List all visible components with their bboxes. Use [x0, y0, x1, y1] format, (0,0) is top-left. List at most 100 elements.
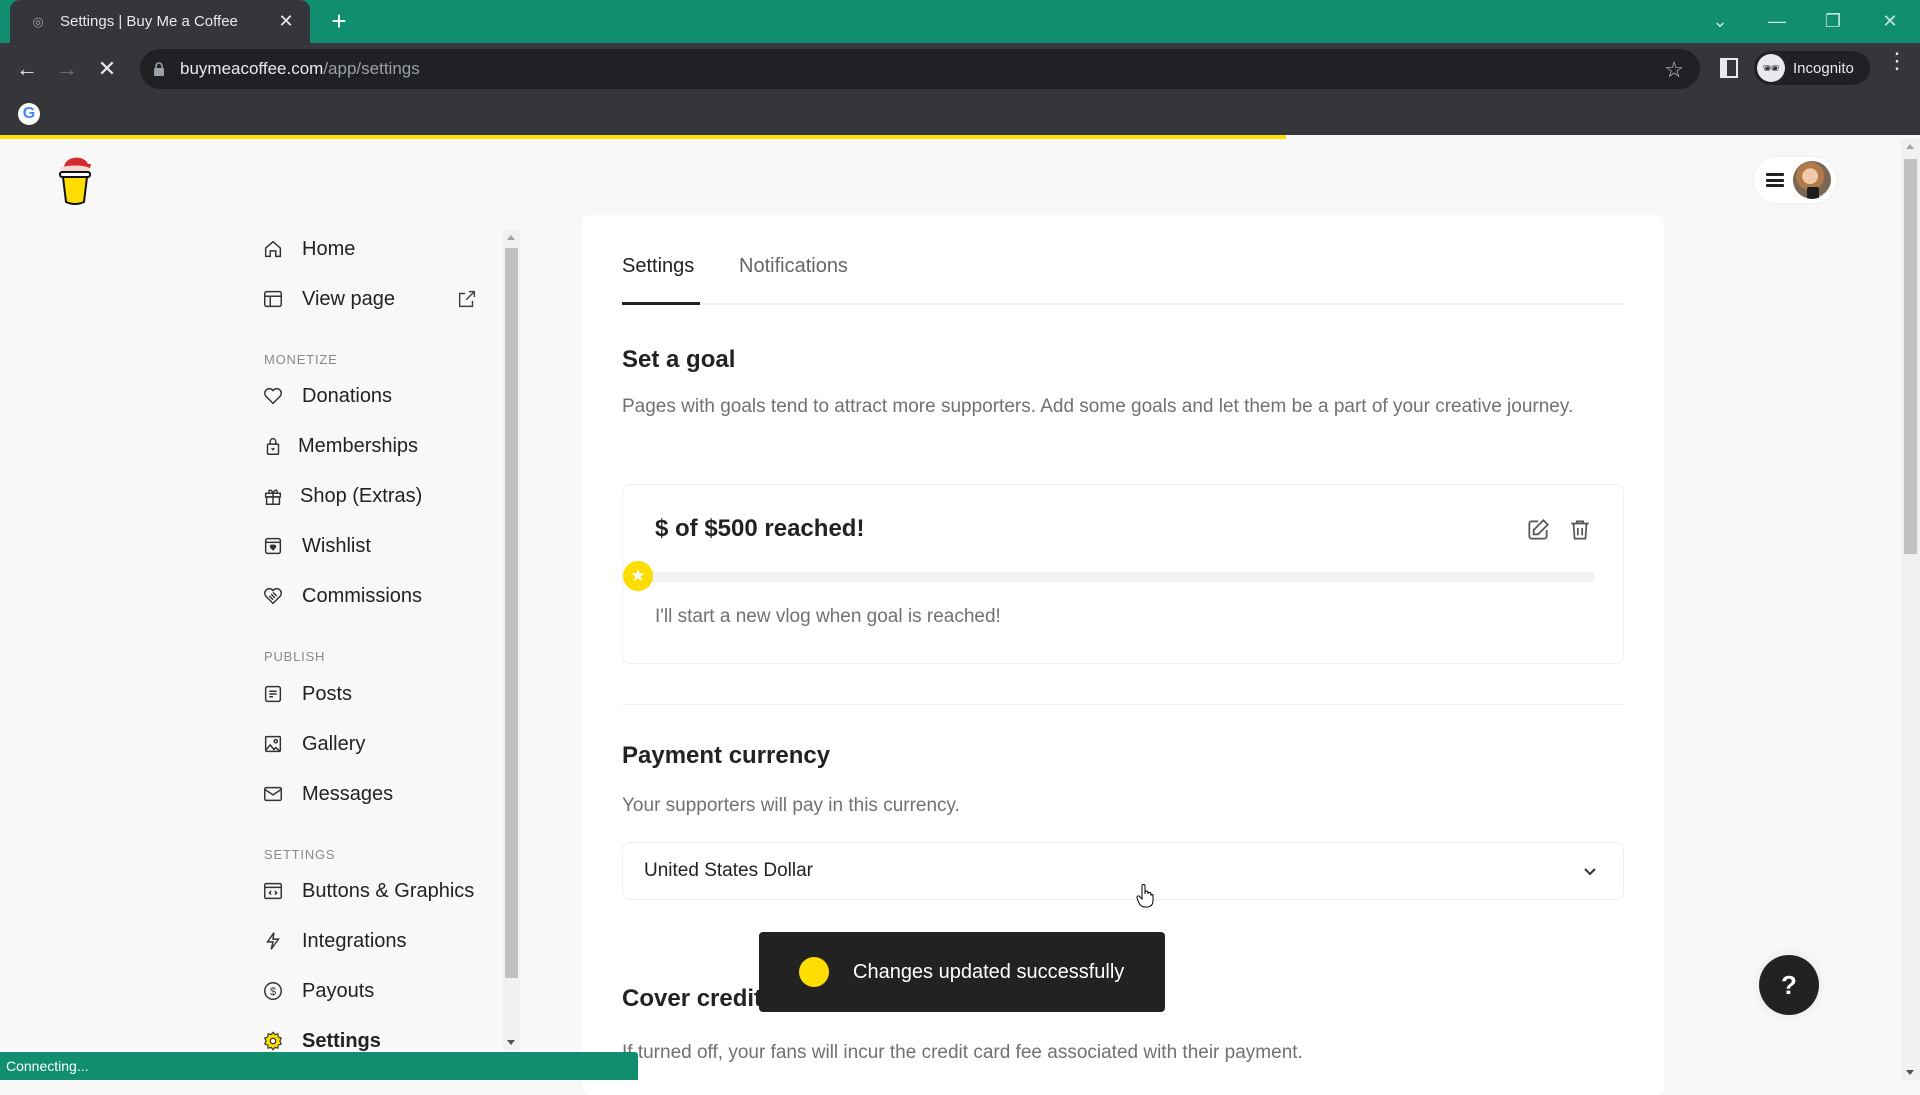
minimize-icon[interactable]: — — [1757, 6, 1797, 36]
globe-icon: ◎ — [32, 13, 44, 29]
bookmark-star-icon[interactable]: ☆ — [1664, 57, 1684, 83]
section-label-publish: PUBLISH — [264, 649, 326, 664]
sidebar-item-home[interactable]: Home — [262, 229, 488, 269]
browser-tab-strip: ◎ Settings | Buy Me a Coffee ✕ + ⌄ — ❐ ✕ — [0, 0, 1920, 43]
dollar-circle-icon: $ — [262, 980, 288, 1002]
bookmarks-bar — [0, 95, 1920, 135]
address-bar[interactable]: buymeacoffee.com/app/settings ☆ — [140, 49, 1700, 89]
wishlist-icon — [262, 535, 288, 557]
browser-tab[interactable]: ◎ Settings | Buy Me a Coffee ✕ — [10, 0, 310, 43]
scroll-up-arrow-icon[interactable] — [1906, 144, 1914, 149]
sidebar-item-label: Memberships — [298, 434, 419, 457]
trash-icon[interactable] — [1567, 517, 1593, 543]
mail-icon — [262, 783, 288, 805]
sidebar-item-posts[interactable]: Posts — [262, 674, 488, 714]
handshake-icon — [262, 585, 288, 607]
page-scrollbar-thumb[interactable] — [1904, 159, 1917, 554]
chevron-down-icon — [1584, 868, 1596, 876]
goal-card: $ of $500 reached! ★ I'll start a new vl… — [622, 484, 1624, 664]
page-scrollbar[interactable] — [1901, 139, 1920, 1080]
currency-section-title: Payment currency — [622, 742, 831, 769]
goal-section-description: Pages with goals tend to attract more su… — [622, 396, 1574, 417]
toast-message: Changes updated successfully — [853, 960, 1125, 983]
star-icon: ★ — [623, 561, 653, 591]
sidebar-item-shop-extras[interactable]: Shop (Extras) — [262, 476, 488, 516]
sidebar-item-commissions[interactable]: Commissions — [262, 576, 488, 616]
sidebar-item-label: Donations — [302, 384, 393, 407]
cover-fee-section-description: If turned off, your fans will incur the … — [622, 1042, 1303, 1063]
page-loading-bar — [0, 135, 1920, 139]
sidebar-item-gallery[interactable]: Gallery — [262, 724, 488, 764]
browser-menu-icon[interactable]: ⋮ — [1886, 50, 1908, 72]
status-text: Connecting... — [6, 1058, 89, 1074]
external-link-icon[interactable] — [456, 288, 478, 310]
sidebar-item-memberships[interactable]: Memberships — [262, 426, 488, 466]
url-text: buymeacoffee.com/app/settings — [180, 59, 420, 78]
sidebar-item-donations[interactable]: Donations — [262, 376, 488, 416]
side-panel-icon[interactable] — [1720, 58, 1738, 78]
edit-icon[interactable] — [1525, 517, 1551, 543]
tab-title: Settings | Buy Me a Coffee — [60, 13, 238, 30]
sidebar-item-messages[interactable]: Messages — [262, 774, 488, 814]
tab-search-icon[interactable]: ⌄ — [1700, 6, 1740, 36]
sidebar-item-label: Commissions — [302, 584, 423, 607]
section-label-monetize: MONETIZE — [264, 352, 338, 367]
incognito-icon: 🕶 — [1757, 54, 1785, 82]
hamburger-menu-icon — [1766, 173, 1784, 187]
gear-icon — [262, 1030, 288, 1052]
scroll-down-arrow-icon[interactable] — [1906, 1070, 1914, 1075]
sidebar-item-label: Buttons & Graphics — [302, 879, 475, 902]
sidebar-item-buttons-graphics[interactable]: Buttons & Graphics — [262, 871, 488, 911]
sidebar-scrollbar[interactable] — [503, 230, 520, 1050]
currency-section-description: Your supporters will pay in this currenc… — [622, 795, 960, 816]
sidebar-item-label: Home — [302, 237, 356, 260]
sidebar-item-label: Integrations — [302, 929, 407, 952]
sidebar-item-label: Payouts — [302, 979, 375, 1002]
home-icon — [262, 238, 288, 260]
section-label-settings: SETTINGS — [264, 847, 336, 862]
code-window-icon — [262, 880, 288, 902]
sidebar-scrollbar-thumb[interactable] — [505, 248, 518, 978]
currency-selected-value: United States Dollar — [644, 860, 813, 881]
sidebar-item-integrations[interactable]: Integrations — [262, 921, 488, 961]
scroll-down-arrow-icon[interactable] — [507, 1040, 515, 1045]
browser-toolbar: ← → ✕ buymeacoffee.com/app/settings ☆ 🕶 … — [0, 43, 1920, 95]
back-icon[interactable]: ← — [12, 55, 42, 85]
buy-me-a-coffee-logo[interactable] — [58, 152, 92, 208]
tabs-divider — [622, 303, 1624, 305]
layout-icon — [262, 288, 288, 310]
sidebar-item-label: Shop (Extras) — [300, 484, 423, 507]
new-tab-button[interactable]: + — [325, 8, 353, 36]
stop-loading-icon[interactable]: ✕ — [92, 55, 122, 85]
sidebar-item-label: Wishlist — [302, 534, 371, 557]
sidebar-item-label: Posts — [302, 682, 353, 705]
incognito-label: Incognito — [1793, 59, 1854, 77]
restore-icon[interactable]: ❐ — [1813, 6, 1853, 36]
help-button[interactable]: ? — [1759, 955, 1819, 1015]
sidebar-item-view-page[interactable]: View page — [262, 279, 488, 319]
sidebar-item-payouts[interactable]: $ Payouts — [262, 971, 488, 1011]
sidebar-item-label: Gallery — [302, 732, 366, 755]
sidebar-item-wishlist[interactable]: Wishlist — [262, 526, 488, 566]
sidebar-item-label: Messages — [302, 782, 394, 805]
scroll-up-arrow-icon[interactable] — [507, 235, 515, 240]
google-bookmark-icon[interactable]: G — [18, 103, 40, 125]
goal-section-title: Set a goal — [622, 346, 736, 373]
gift-icon — [262, 485, 288, 507]
incognito-profile-button[interactable]: 🕶 Incognito — [1754, 51, 1870, 85]
browser-status-bar: Connecting... — [0, 1052, 638, 1080]
close-tab-icon[interactable]: ✕ — [276, 11, 296, 32]
currency-select[interactable]: United States Dollar — [622, 842, 1624, 900]
sidebar-item-label: Settings — [302, 1029, 381, 1052]
sidebar-item-label: View page — [302, 287, 396, 310]
goal-progress-bar — [637, 572, 1595, 582]
account-menu-button[interactable] — [1754, 157, 1836, 203]
goal-title: $ of $500 reached! — [655, 515, 865, 542]
forward-icon[interactable]: → — [52, 55, 82, 85]
window-close-icon[interactable]: ✕ — [1870, 6, 1910, 36]
heart-icon — [262, 385, 288, 407]
toast-status-icon — [799, 957, 829, 987]
image-icon — [262, 733, 288, 755]
tab-notifications[interactable]: Notifications — [739, 255, 848, 278]
tab-settings[interactable]: Settings — [622, 255, 694, 278]
